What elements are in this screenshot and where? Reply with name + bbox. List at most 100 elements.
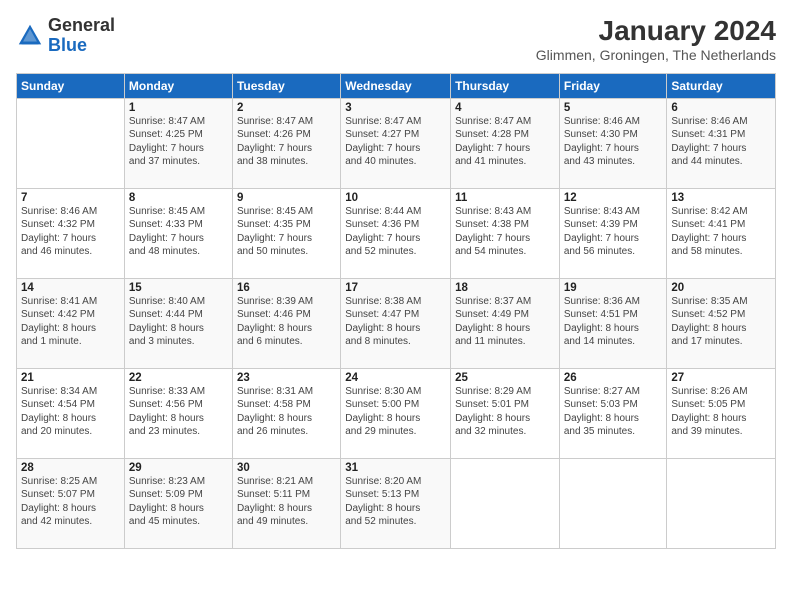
day-number: 2 — [237, 102, 336, 114]
calendar-cell: 20Sunrise: 8:35 AMSunset: 4:52 PMDayligh… — [667, 278, 776, 368]
calendar-cell: 31Sunrise: 8:20 AMSunset: 5:13 PMDayligh… — [341, 458, 451, 548]
day-number: 24 — [345, 372, 446, 384]
calendar-header-friday: Friday — [559, 73, 667, 98]
day-number: 11 — [455, 192, 555, 204]
calendar-cell: 28Sunrise: 8:25 AMSunset: 5:07 PMDayligh… — [17, 458, 125, 548]
calendar-cell: 3Sunrise: 8:47 AMSunset: 4:27 PMDaylight… — [341, 98, 451, 188]
day-number: 25 — [455, 372, 555, 384]
day-info: Sunrise: 8:45 AMSunset: 4:35 PMDaylight:… — [237, 205, 336, 259]
day-info: Sunrise: 8:25 AMSunset: 5:07 PMDaylight:… — [21, 475, 120, 529]
day-info: Sunrise: 8:47 AMSunset: 4:26 PMDaylight:… — [237, 115, 336, 169]
title-block: January 2024 Glimmen, Groningen, The Net… — [536, 16, 776, 63]
day-info: Sunrise: 8:23 AMSunset: 5:09 PMDaylight:… — [129, 475, 228, 529]
day-number: 5 — [564, 102, 663, 114]
calendar-cell: 14Sunrise: 8:41 AMSunset: 4:42 PMDayligh… — [17, 278, 125, 368]
logo-blue: Blue — [48, 36, 115, 56]
day-number: 19 — [564, 282, 663, 294]
calendar-cell: 10Sunrise: 8:44 AMSunset: 4:36 PMDayligh… — [341, 188, 451, 278]
day-number: 3 — [345, 102, 446, 114]
logo-icon — [16, 22, 44, 50]
day-info: Sunrise: 8:47 AMSunset: 4:28 PMDaylight:… — [455, 115, 555, 169]
day-info: Sunrise: 8:38 AMSunset: 4:47 PMDaylight:… — [345, 295, 446, 349]
day-number: 4 — [455, 102, 555, 114]
calendar-week-3: 14Sunrise: 8:41 AMSunset: 4:42 PMDayligh… — [17, 278, 776, 368]
calendar-cell: 22Sunrise: 8:33 AMSunset: 4:56 PMDayligh… — [124, 368, 232, 458]
day-number: 28 — [21, 462, 120, 474]
day-number: 22 — [129, 372, 228, 384]
day-number: 6 — [671, 102, 771, 114]
calendar-cell: 19Sunrise: 8:36 AMSunset: 4:51 PMDayligh… — [559, 278, 667, 368]
calendar-cell — [451, 458, 560, 548]
calendar-header-tuesday: Tuesday — [232, 73, 340, 98]
calendar-header-row: SundayMondayTuesdayWednesdayThursdayFrid… — [17, 73, 776, 98]
calendar-cell: 13Sunrise: 8:42 AMSunset: 4:41 PMDayligh… — [667, 188, 776, 278]
calendar-cell: 9Sunrise: 8:45 AMSunset: 4:35 PMDaylight… — [232, 188, 340, 278]
calendar-cell: 21Sunrise: 8:34 AMSunset: 4:54 PMDayligh… — [17, 368, 125, 458]
day-number: 20 — [671, 282, 771, 294]
calendar-week-4: 21Sunrise: 8:34 AMSunset: 4:54 PMDayligh… — [17, 368, 776, 458]
day-info: Sunrise: 8:43 AMSunset: 4:39 PMDaylight:… — [564, 205, 663, 259]
day-number: 15 — [129, 282, 228, 294]
logo: General Blue — [16, 16, 115, 56]
logo-text: General Blue — [48, 16, 115, 56]
day-number: 27 — [671, 372, 771, 384]
calendar-cell — [17, 98, 125, 188]
calendar-cell: 25Sunrise: 8:29 AMSunset: 5:01 PMDayligh… — [451, 368, 560, 458]
day-number: 1 — [129, 102, 228, 114]
day-info: Sunrise: 8:35 AMSunset: 4:52 PMDaylight:… — [671, 295, 771, 349]
calendar-cell: 6Sunrise: 8:46 AMSunset: 4:31 PMDaylight… — [667, 98, 776, 188]
calendar-cell — [667, 458, 776, 548]
day-number: 14 — [21, 282, 120, 294]
day-number: 23 — [237, 372, 336, 384]
day-number: 7 — [21, 192, 120, 204]
calendar-cell: 2Sunrise: 8:47 AMSunset: 4:26 PMDaylight… — [232, 98, 340, 188]
day-number: 30 — [237, 462, 336, 474]
day-info: Sunrise: 8:37 AMSunset: 4:49 PMDaylight:… — [455, 295, 555, 349]
calendar-cell: 30Sunrise: 8:21 AMSunset: 5:11 PMDayligh… — [232, 458, 340, 548]
day-number: 8 — [129, 192, 228, 204]
calendar-cell: 24Sunrise: 8:30 AMSunset: 5:00 PMDayligh… — [341, 368, 451, 458]
calendar-cell: 4Sunrise: 8:47 AMSunset: 4:28 PMDaylight… — [451, 98, 560, 188]
day-number: 12 — [564, 192, 663, 204]
day-number: 26 — [564, 372, 663, 384]
day-info: Sunrise: 8:30 AMSunset: 5:00 PMDaylight:… — [345, 385, 446, 439]
day-info: Sunrise: 8:33 AMSunset: 4:56 PMDaylight:… — [129, 385, 228, 439]
day-info: Sunrise: 8:31 AMSunset: 4:58 PMDaylight:… — [237, 385, 336, 439]
day-info: Sunrise: 8:26 AMSunset: 5:05 PMDaylight:… — [671, 385, 771, 439]
calendar-cell: 26Sunrise: 8:27 AMSunset: 5:03 PMDayligh… — [559, 368, 667, 458]
day-number: 13 — [671, 192, 771, 204]
calendar-header-wednesday: Wednesday — [341, 73, 451, 98]
calendar-week-2: 7Sunrise: 8:46 AMSunset: 4:32 PMDaylight… — [17, 188, 776, 278]
calendar-table: SundayMondayTuesdayWednesdayThursdayFrid… — [16, 73, 776, 549]
calendar-cell: 27Sunrise: 8:26 AMSunset: 5:05 PMDayligh… — [667, 368, 776, 458]
calendar-cell: 29Sunrise: 8:23 AMSunset: 5:09 PMDayligh… — [124, 458, 232, 548]
day-info: Sunrise: 8:47 AMSunset: 4:27 PMDaylight:… — [345, 115, 446, 169]
calendar-cell: 5Sunrise: 8:46 AMSunset: 4:30 PMDaylight… — [559, 98, 667, 188]
calendar-week-1: 1Sunrise: 8:47 AMSunset: 4:25 PMDaylight… — [17, 98, 776, 188]
logo-general: General — [48, 16, 115, 36]
day-info: Sunrise: 8:44 AMSunset: 4:36 PMDaylight:… — [345, 205, 446, 259]
day-info: Sunrise: 8:41 AMSunset: 4:42 PMDaylight:… — [21, 295, 120, 349]
day-info: Sunrise: 8:46 AMSunset: 4:31 PMDaylight:… — [671, 115, 771, 169]
month-title: January 2024 — [536, 16, 776, 47]
calendar-cell — [559, 458, 667, 548]
calendar-cell: 23Sunrise: 8:31 AMSunset: 4:58 PMDayligh… — [232, 368, 340, 458]
day-info: Sunrise: 8:20 AMSunset: 5:13 PMDaylight:… — [345, 475, 446, 529]
calendar-cell: 1Sunrise: 8:47 AMSunset: 4:25 PMDaylight… — [124, 98, 232, 188]
day-number: 17 — [345, 282, 446, 294]
day-info: Sunrise: 8:47 AMSunset: 4:25 PMDaylight:… — [129, 115, 228, 169]
day-info: Sunrise: 8:39 AMSunset: 4:46 PMDaylight:… — [237, 295, 336, 349]
calendar-cell: 17Sunrise: 8:38 AMSunset: 4:47 PMDayligh… — [341, 278, 451, 368]
day-number: 21 — [21, 372, 120, 384]
day-info: Sunrise: 8:46 AMSunset: 4:30 PMDaylight:… — [564, 115, 663, 169]
day-number: 18 — [455, 282, 555, 294]
calendar-cell: 7Sunrise: 8:46 AMSunset: 4:32 PMDaylight… — [17, 188, 125, 278]
day-info: Sunrise: 8:40 AMSunset: 4:44 PMDaylight:… — [129, 295, 228, 349]
day-number: 31 — [345, 462, 446, 474]
day-info: Sunrise: 8:46 AMSunset: 4:32 PMDaylight:… — [21, 205, 120, 259]
page-container: General Blue January 2024 Glimmen, Groni… — [0, 0, 792, 612]
day-info: Sunrise: 8:42 AMSunset: 4:41 PMDaylight:… — [671, 205, 771, 259]
calendar-week-5: 28Sunrise: 8:25 AMSunset: 5:07 PMDayligh… — [17, 458, 776, 548]
day-info: Sunrise: 8:45 AMSunset: 4:33 PMDaylight:… — [129, 205, 228, 259]
header: General Blue January 2024 Glimmen, Groni… — [16, 16, 776, 63]
